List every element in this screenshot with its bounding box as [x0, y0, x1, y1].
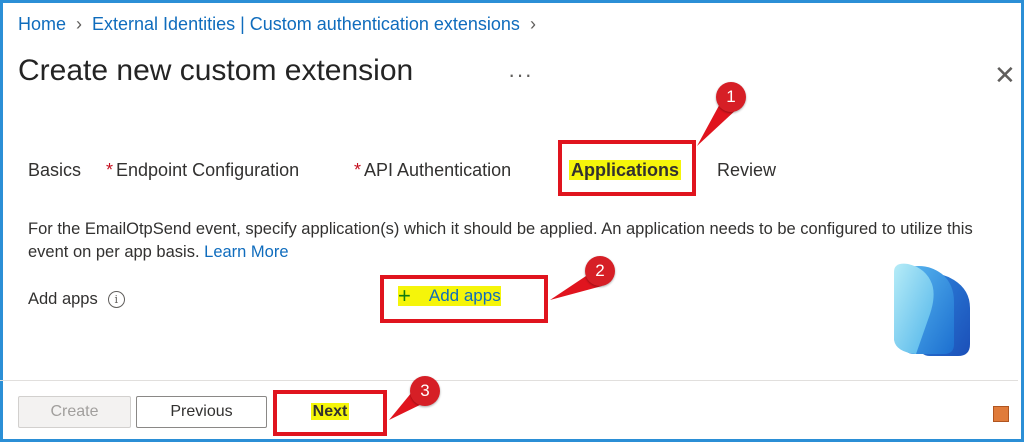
required-marker: * — [106, 160, 114, 180]
chevron-right-icon: › — [76, 14, 83, 34]
learn-more-link[interactable]: Learn More — [204, 243, 288, 261]
add-apps-label: Add apps — [28, 290, 98, 308]
annotation-box-add-apps — [380, 275, 548, 323]
chevron-right-icon: › — [529, 14, 536, 34]
breadcrumb-custom-auth-extensions[interactable]: External Identities | Custom authenticat… — [92, 14, 520, 35]
create-button[interactable]: Create — [18, 396, 131, 428]
required-marker: * — [354, 160, 362, 180]
breadcrumb-home[interactable]: Home — [18, 14, 66, 35]
brand-logo — [894, 263, 970, 356]
description-body: For the EmailOtpSend event, specify appl… — [28, 220, 973, 261]
annotation-badge-3: 3 — [410, 376, 440, 406]
tab-endpoint-configuration[interactable]: * Endpoint Configuration — [106, 160, 299, 181]
tab-label: Review — [717, 160, 777, 180]
info-icon[interactable]: i — [107, 291, 125, 308]
annotation-badge-2: 2 — [585, 256, 615, 286]
tab-basics[interactable]: Basics — [28, 160, 81, 181]
ellipsis-icon[interactable]: ··· — [508, 62, 533, 88]
add-apps-field-label: Add apps i — [28, 290, 125, 309]
annotation-box-next — [273, 390, 387, 436]
tab-label: API Authentication — [364, 160, 512, 180]
notification-icon — [993, 406, 1009, 422]
annotation-box-applications — [558, 140, 696, 196]
page-title: Create new custom extension — [18, 54, 414, 87]
description-text: For the EmailOtpSend event, specify appl… — [28, 218, 1008, 264]
annotation-badge-1: 1 — [716, 82, 746, 112]
tab-label: Endpoint Configuration — [116, 160, 300, 180]
close-icon[interactable]: ✕ — [994, 60, 1016, 91]
tab-review[interactable]: Review — [717, 160, 776, 181]
previous-button[interactable]: Previous — [136, 396, 267, 428]
breadcrumb: Home › External Identities | Custom auth… — [18, 14, 536, 35]
tab-label: Basics — [28, 160, 82, 180]
footer-divider — [0, 380, 1018, 381]
tab-api-authentication[interactable]: * API Authentication — [354, 160, 511, 181]
